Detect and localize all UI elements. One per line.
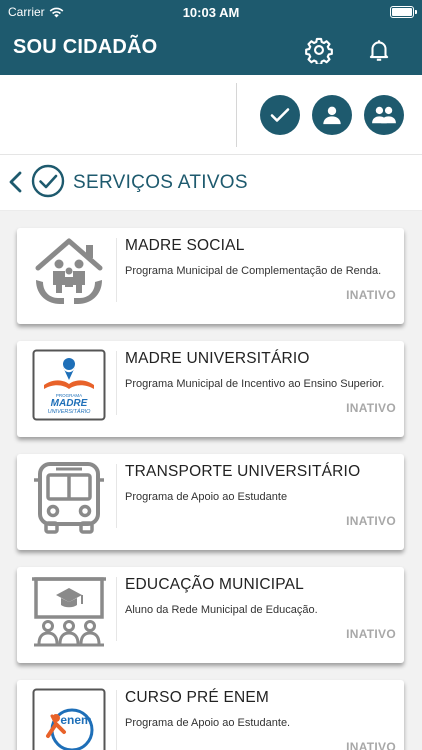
service-description: Programa Municipal de Complementação de … (125, 265, 382, 277)
user-icon (323, 106, 341, 125)
card-divider (116, 351, 117, 415)
service-card-transporte-universitario[interactable]: TRANSPORTE UNIVERSITÁRIO Programa de Apo… (17, 454, 404, 550)
dependents-button[interactable] (364, 95, 404, 135)
clock: 10:03 AM (182, 5, 240, 20)
service-card-educacao-municipal[interactable]: EDUCAÇÃO MUNICIPAL Aluno da Rede Municip… (17, 567, 404, 663)
service-card-madre-social[interactable]: MADRE SOCIAL Programa Municipal de Compl… (17, 228, 404, 324)
service-description: Aluno da Rede Municipal de Educação. (125, 604, 318, 616)
status-badge: INATIVO (346, 740, 396, 750)
classroom-icon (30, 573, 108, 649)
status-badge: INATIVO (346, 514, 396, 528)
vertical-divider (236, 83, 237, 147)
back-chevron-icon[interactable] (6, 169, 26, 195)
card-divider (116, 464, 117, 528)
service-card-curso-pre-enem[interactable]: enem CURSO PRÉ ENEM Programa de Apoio ao… (17, 680, 404, 750)
service-description: Programa de Apoio ao Estudante (125, 491, 288, 503)
card-divider (116, 690, 117, 750)
check-circle-icon (31, 164, 65, 198)
notifications-button[interactable] (364, 35, 394, 65)
madre-universitario-logo: PROGRAMA MADRE UNIVERSITÁRIO (30, 347, 108, 423)
settings-button[interactable] (304, 35, 334, 65)
status-badge: INATIVO (346, 401, 396, 415)
service-title: MADRE SOCIAL (125, 237, 245, 254)
service-card-madre-universitario[interactable]: PROGRAMA MADRE UNIVERSITÁRIO MADRE UNIVE… (17, 341, 404, 437)
bell-icon (369, 40, 389, 61)
active-services-button[interactable] (260, 95, 300, 135)
logo-universitario-label: UNIVERSITÁRIO (48, 408, 92, 415)
card-divider (116, 577, 117, 641)
enem-logo: enem (30, 686, 108, 750)
app-title: SOU CIDADÃO (13, 36, 158, 58)
service-title: MADRE UNIVERSITÁRIO (125, 350, 310, 367)
status-badge: INATIVO (346, 288, 396, 302)
service-title: CURSO PRÉ ENEM (125, 689, 270, 706)
service-description: Programa de Apoio ao Estudante. (125, 717, 291, 729)
group-icon (372, 106, 396, 124)
service-title: TRANSPORTE UNIVERSITÁRIO (125, 463, 361, 480)
services-list[interactable]: MADRE SOCIAL Programa Municipal de Compl… (0, 211, 422, 750)
app-header: SOU CIDADÃO (0, 25, 422, 75)
quick-actions-bar (0, 75, 422, 155)
logo-enem-label: enem (60, 713, 91, 727)
section-title: SERVIÇOS ATIVOS (73, 172, 248, 193)
card-divider (116, 238, 117, 302)
check-icon (270, 108, 290, 122)
profile-button[interactable] (312, 95, 352, 135)
gear-icon (305, 37, 333, 64)
service-title: EDUCAÇÃO MUNICIPAL (125, 576, 305, 593)
service-description: Programa Municipal de Incentivo ao Ensin… (125, 378, 385, 390)
battery-icon (390, 6, 417, 18)
status-badge: INATIVO (346, 627, 396, 641)
logo-madre-label: MADRE (51, 398, 88, 409)
family-house-icon (30, 234, 108, 310)
section-header: SERVIÇOS ATIVOS (0, 155, 422, 211)
bus-icon (30, 460, 108, 536)
status-bar: Carrier 10:03 AM (0, 0, 422, 25)
